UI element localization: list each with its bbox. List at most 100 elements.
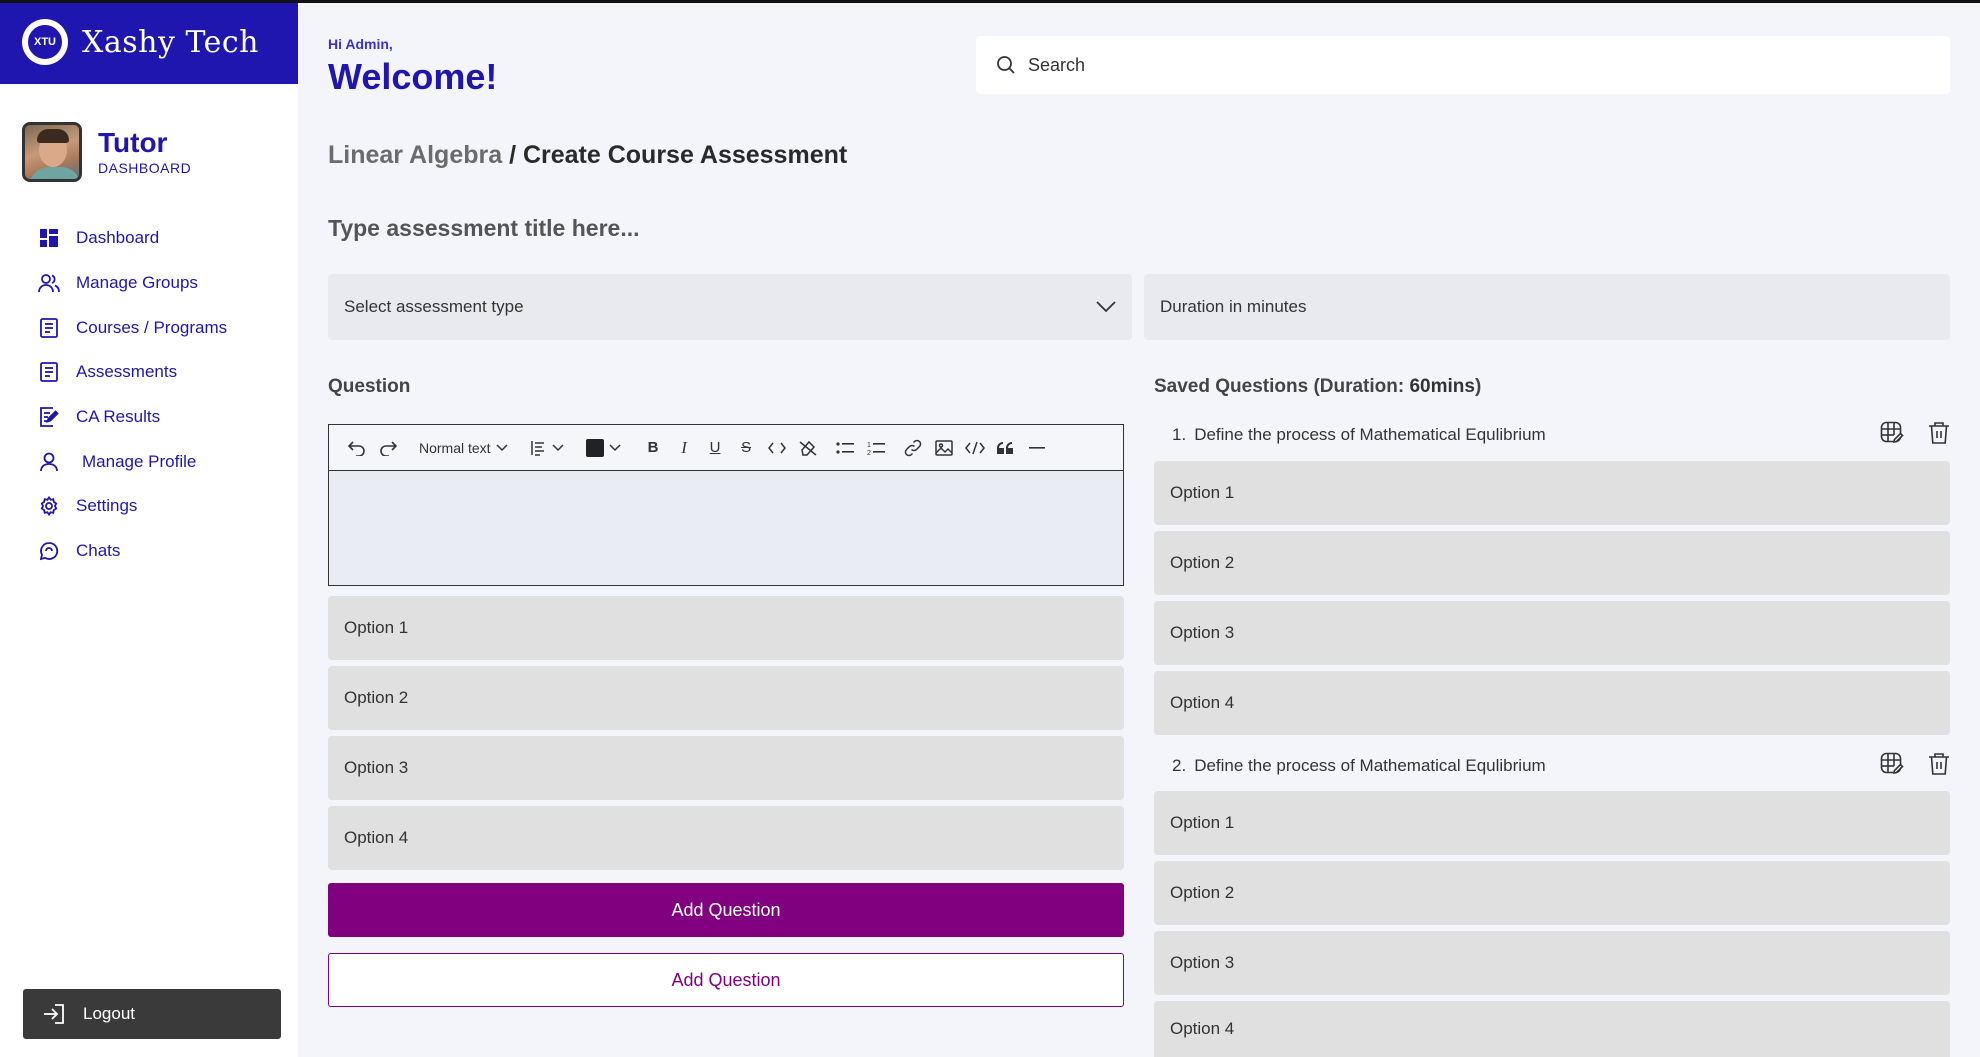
search-bar xyxy=(976,36,1950,94)
logout-icon xyxy=(43,1004,65,1024)
saved-questions-heading: Saved Questions (Duration: 60mins) xyxy=(1154,376,1481,398)
question-number: 1. xyxy=(1172,425,1187,444)
sidebar-item-manage-profile[interactable]: Manage Profile xyxy=(0,439,298,484)
saved-option: Option 2 xyxy=(1154,861,1950,925)
numbered-list-icon[interactable]: 12 xyxy=(861,433,892,463)
assessment-type-select[interactable]: Select assessment type xyxy=(328,274,1132,340)
brand-bar: XTU Xashy Tech xyxy=(0,0,298,84)
sidebar-item-settings[interactable]: Settings xyxy=(0,484,298,529)
brand-name: Xashy Tech xyxy=(82,24,260,60)
add-question-outline-button[interactable]: Add Question xyxy=(328,953,1124,1007)
brand-logo-text: XTU xyxy=(26,23,64,61)
logout-label: Logout xyxy=(83,1004,135,1023)
bullet-list-icon[interactable] xyxy=(830,433,861,463)
search-input[interactable] xyxy=(1028,54,1908,76)
trash-icon[interactable] xyxy=(1928,421,1950,445)
sidebar-item-label: Assessments xyxy=(76,362,178,382)
text-color-dropdown[interactable] xyxy=(584,433,624,463)
question-section-label: Question xyxy=(328,376,411,397)
saved-option-label: Option 1 xyxy=(1170,813,1235,832)
svg-text:1: 1 xyxy=(867,442,871,449)
add-question-button[interactable]: Add Question xyxy=(328,883,1124,937)
saved-option-label: Option 2 xyxy=(1170,883,1235,902)
sidebar-item-ca-results[interactable]: CA Results xyxy=(0,395,298,440)
chevron-down-icon xyxy=(609,443,621,451)
avatar[interactable] xyxy=(22,122,82,182)
sidebar-item-assessments[interactable]: Assessments xyxy=(0,350,298,395)
block-style-label: Normal text xyxy=(419,439,491,456)
question-editor-body[interactable] xyxy=(329,471,1123,585)
saved-question-row: 1. Define the process of Mathematical Eq… xyxy=(1154,415,1950,455)
saved-option: Option 2 xyxy=(1154,531,1950,595)
sidebar-item-label: Manage Groups xyxy=(76,273,198,293)
align-dropdown[interactable] xyxy=(528,433,568,463)
option-placeholder: Option 1 xyxy=(344,618,409,637)
saved-option-label: Option 3 xyxy=(1170,623,1235,642)
breadcrumb-current: Create Course Assessment xyxy=(522,141,848,169)
code-block-icon[interactable] xyxy=(960,433,991,463)
align-left-icon xyxy=(531,440,545,456)
chat-icon xyxy=(38,540,60,562)
question-text: Define the process of Mathematical Equli… xyxy=(1194,425,1546,444)
duration-field[interactable]: Duration in minutes xyxy=(1144,274,1950,340)
option-input-2[interactable]: Option 2 xyxy=(328,666,1124,730)
option-input-4[interactable]: Option 4 xyxy=(328,806,1124,870)
question-editor: Normal text B I U S 12 xyxy=(328,424,1124,586)
clear-format-icon[interactable] xyxy=(793,433,824,463)
strikethrough-icon[interactable]: S xyxy=(731,433,762,463)
profile-subtitle: DASHBOARD xyxy=(98,160,192,176)
sidebar-item-manage-groups[interactable]: Manage Groups xyxy=(0,261,298,306)
sidebar-item-label: CA Results xyxy=(76,407,161,427)
document-icon xyxy=(38,361,60,383)
edit-document-icon xyxy=(38,406,60,428)
saved-option: Option 1 xyxy=(1154,791,1950,855)
user-icon xyxy=(38,451,60,473)
saved-option: Option 4 xyxy=(1154,1001,1950,1057)
saved-option-label: Option 1 xyxy=(1170,483,1235,502)
greeting-small: Hi Admin, xyxy=(328,36,393,52)
option-placeholder: Option 4 xyxy=(344,828,409,847)
quote-icon[interactable] xyxy=(991,433,1022,463)
saved-questions-label: Saved Questions (Duration: xyxy=(1154,376,1410,397)
breadcrumb-separator: / xyxy=(502,141,523,169)
sidebar-item-label: Manage Profile xyxy=(82,451,197,471)
horizontal-rule-icon[interactable] xyxy=(1022,433,1053,463)
greeting-title: Welcome! xyxy=(328,56,498,97)
sidebar: XTU Xashy Tech Tutor DASHBOARD Dashboard… xyxy=(0,0,298,1057)
sidebar-item-chats[interactable]: Chats xyxy=(0,529,298,574)
block-style-dropdown[interactable]: Normal text xyxy=(413,433,514,463)
undo-icon[interactable] xyxy=(341,433,372,463)
underline-icon[interactable]: U xyxy=(700,433,731,463)
trash-icon[interactable] xyxy=(1928,752,1950,776)
saved-option-label: Option 2 xyxy=(1170,553,1235,572)
link-icon[interactable] xyxy=(898,433,929,463)
edit-question-icon[interactable] xyxy=(1880,752,1904,776)
logout-button[interactable]: Logout xyxy=(23,989,281,1039)
option-placeholder: Option 2 xyxy=(344,688,409,707)
inline-code-icon[interactable] xyxy=(762,433,793,463)
italic-icon[interactable]: I xyxy=(669,433,700,463)
option-input-3[interactable]: Option 3 xyxy=(328,736,1124,800)
question-number: 2. xyxy=(1172,756,1187,775)
users-icon xyxy=(38,272,60,294)
edit-question-icon[interactable] xyxy=(1880,421,1904,445)
document-icon xyxy=(38,317,60,339)
chevron-down-icon xyxy=(552,443,564,451)
redo-icon[interactable] xyxy=(372,433,403,463)
sidebar-item-label: Chats xyxy=(76,541,121,561)
sidebar-item-dashboard[interactable]: Dashboard xyxy=(0,216,298,261)
saved-option-label: Option 3 xyxy=(1170,953,1235,972)
image-icon[interactable] xyxy=(929,433,960,463)
svg-text:2: 2 xyxy=(867,450,871,456)
breadcrumb-parent[interactable]: Linear Algebra xyxy=(328,141,502,169)
bold-icon[interactable]: B xyxy=(638,433,669,463)
question-text: Define the process of Mathematical Equli… xyxy=(1194,756,1546,775)
dashboard-grid-icon xyxy=(38,227,60,249)
assessment-title-input[interactable] xyxy=(328,212,1228,244)
sidebar-item-courses-programs[interactable]: Courses / Programs xyxy=(0,305,298,350)
saved-duration: 60mins xyxy=(1409,376,1475,397)
gear-icon xyxy=(38,495,60,517)
option-input-1[interactable]: Option 1 xyxy=(328,596,1124,660)
duration-placeholder: Duration in minutes xyxy=(1160,297,1307,316)
assessment-type-placeholder: Select assessment type xyxy=(344,297,524,316)
